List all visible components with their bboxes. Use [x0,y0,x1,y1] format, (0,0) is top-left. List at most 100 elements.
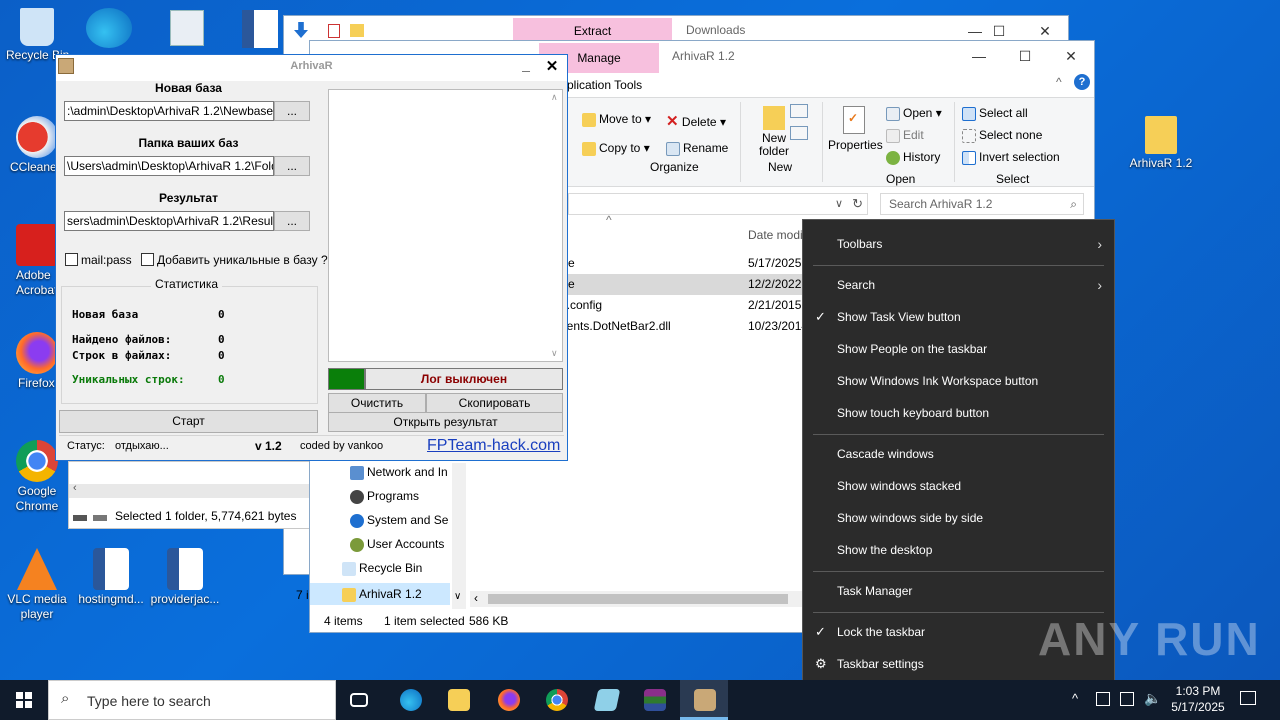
menu-item-ink-workspace[interactable]: Show Windows Ink Workspace button [803,365,1114,397]
select-all-icon [962,106,976,121]
file-row[interactable]: nents.DotNetBar2.dll 10/23/2014 [560,316,808,337]
refresh-icon[interactable]: ↻ [852,196,863,212]
minimize-button[interactable]: — [956,41,1002,71]
firefox-icon [16,332,58,374]
volume-icon[interactable]: 🔈 [1144,690,1161,707]
clear-button[interactable]: Очистить [328,393,426,413]
nav-item-system[interactable]: System and Se [350,513,460,535]
vertical-scrollbar[interactable]: ∧ ∨ [548,90,562,361]
invert-selection-button[interactable]: Invert selection [962,150,1060,165]
open-button[interactable]: Open ▾ [886,106,942,121]
nav-item-recycle-bin[interactable]: Recycle Bin [342,561,460,583]
fpteam-link[interactable]: FPTeam-hack.com [427,437,560,455]
move-to-button[interactable]: Move to ▾ [582,112,651,127]
notifications-icon[interactable] [1240,691,1256,705]
status-label: Статус: [67,440,105,452]
taskbar-search-box[interactable]: ⌕ Type here to search [48,680,336,720]
result-path-input[interactable]: sers\admin\Desktop\ArhivaR 1.2\Result.tx… [64,211,274,231]
network-icon[interactable] [1120,692,1134,706]
edit-button[interactable]: Edit [886,128,924,143]
anyrun-watermark: ANY RUN [1038,613,1261,665]
copy-to-button[interactable]: Copy to ▾ [582,141,650,156]
taskbar-arhivar[interactable] [680,680,728,720]
menu-item-task-manager[interactable]: Task Manager [803,575,1114,607]
clock[interactable]: 1:03 PM 5/17/2025 [1160,683,1236,715]
add-unique-checkbox[interactable] [141,253,154,266]
select-none-icon [962,128,976,143]
menu-item-show-desktop[interactable]: Show the desktop [803,534,1114,566]
taskbar-notepad[interactable] [582,680,630,720]
folder-quick-icon[interactable] [350,24,364,37]
start-button[interactable]: Старт [59,410,318,433]
menu-item-search[interactable]: Search › [803,269,1114,301]
close-button[interactable]: ✕ [542,57,562,77]
menu-item-cascade[interactable]: Cascade windows [803,438,1114,470]
taskbar-file-explorer[interactable] [434,680,482,720]
desktop-icon-hostingmd[interactable]: hostingmd... [74,548,148,622]
nav-item-arhivar[interactable]: ArhivaR 1.2 [310,583,450,605]
drive-icon [73,510,109,521]
file-row[interactable]: e 5/17/2025 [568,253,804,274]
task-view-button[interactable] [336,680,384,720]
open-result-button[interactable]: Открыть результат [328,412,563,432]
delete-button[interactable]: ✕ Delete ▾ [666,112,726,130]
menu-item-side-by-side[interactable]: Show windows side by side [803,502,1114,534]
word-document-icon[interactable] [242,10,278,48]
new-item-icon[interactable] [790,104,808,118]
menu-item-toolbars[interactable]: Toolbars › [803,228,1114,260]
copy-button[interactable]: Скопировать [426,393,563,413]
log-toggle-indicator[interactable] [328,368,365,390]
mailpass-checkbox[interactable] [65,253,78,266]
minimize-button[interactable]: _ [516,57,536,77]
folder-path-input[interactable]: \Users\admin\Desktop\ArhivaR 1.2\Folder [64,156,274,176]
horizontal-scrollbar[interactable]: ‹ [470,591,806,607]
search-input[interactable]: Search ArhivaR 1.2 ⌕ [880,193,1084,215]
column-date-modified[interactable]: Date modi [748,228,803,242]
edge-desktop-icon[interactable] [86,8,132,48]
taskbar-winrar[interactable] [630,680,678,720]
start-button[interactable] [0,680,48,720]
history-button[interactable]: History [886,150,940,165]
file-row[interactable]: e.config 2/21/2015 [560,295,804,316]
properties-button[interactable]: ✓ Properties [828,106,883,152]
properties-quick-icon[interactable] [328,24,340,38]
desktop-icon-providerjac[interactable]: providerjac... [148,548,222,622]
taskbar-edge[interactable] [386,680,434,720]
rename-button[interactable]: Rename [666,141,728,156]
menu-item-people[interactable]: Show People on the taskbar [803,333,1114,365]
menu-item-touch-keyboard[interactable]: Show touch keyboard button [803,397,1114,429]
address-bar[interactable]: ∨ ↻ [568,193,868,215]
group-new: New [768,160,793,174]
file-row-selected[interactable]: e 12/2/2022 [568,274,804,295]
image-file-icon[interactable] [170,10,204,46]
select-all-button[interactable]: Select all [962,106,1028,121]
group-select: Select [996,172,1030,186]
nav-scrollbar[interactable]: ∨ [452,463,466,609]
desktop-icon-arhivar-folder[interactable]: ArhivaR 1.2 [1124,116,1198,186]
winrar-icon [644,689,666,711]
show-hidden-icons-chevron[interactable]: ^ [1072,691,1078,706]
menu-item-stacked[interactable]: Show windows stacked [803,470,1114,502]
easy-access-icon[interactable] [790,126,808,140]
collapse-ribbon-icon[interactable]: ^ [1056,75,1062,89]
menu-item-task-view[interactable]: ✓ Show Task View button [803,301,1114,333]
nav-item-network[interactable]: Network and In [350,465,460,487]
browse-folder-button[interactable]: ... [274,156,310,176]
select-none-button[interactable]: Select none [962,128,1042,143]
log-textarea[interactable]: ∧ ∨ [328,89,563,362]
taskbar-firefox[interactable] [484,680,532,720]
close-button[interactable]: ✕ [1048,41,1094,71]
windows-logo-icon [16,692,32,708]
horizontal-scrollbar[interactable]: ‹ [69,482,310,498]
taskbar-chrome[interactable] [532,680,580,720]
nav-item-programs[interactable]: Programs [350,489,460,511]
help-icon[interactable]: ? [1074,74,1090,90]
browse-result-button[interactable]: ... [274,211,310,231]
chevron-down-icon[interactable]: ∨ [835,197,843,210]
network-status-icon[interactable] [1096,692,1110,706]
desktop-icon-vlc[interactable]: VLC media player [0,548,74,622]
maximize-button[interactable]: ☐ [1002,41,1048,71]
new-base-path-input[interactable]: :\admin\Desktop\ArhivaR 1.2\Newbase.txt [64,101,274,121]
browse-new-base-button[interactable]: ... [274,101,310,121]
nav-item-user-accounts[interactable]: User Accounts [350,537,460,559]
